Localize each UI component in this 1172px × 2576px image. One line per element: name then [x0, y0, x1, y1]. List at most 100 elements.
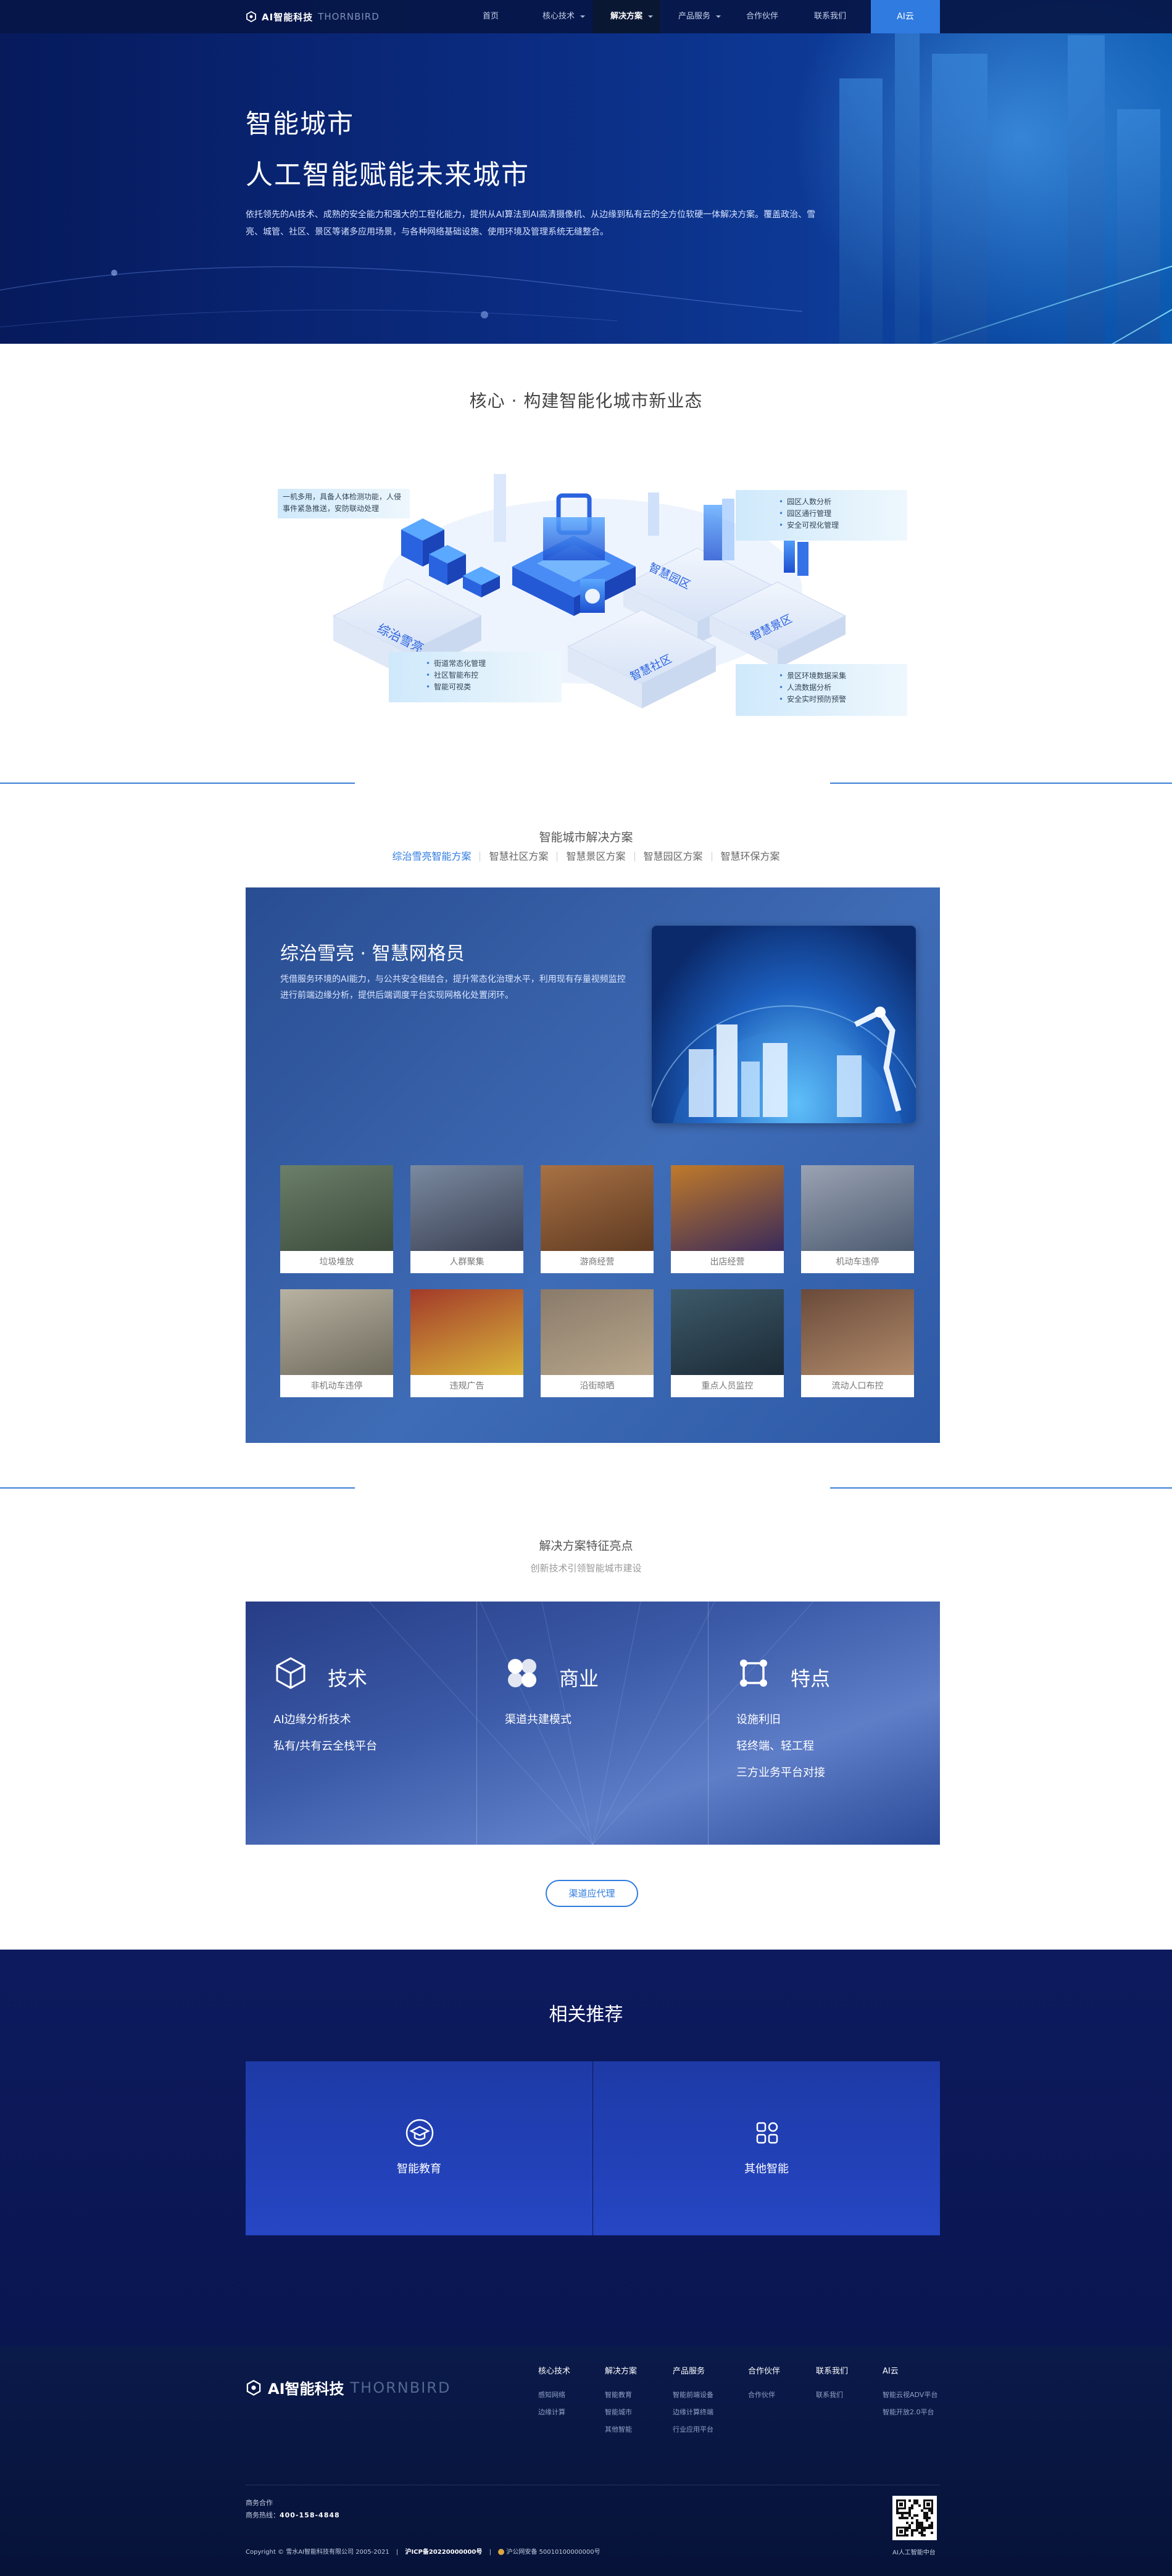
tab-scenic[interactable]: 智慧景区方案: [557, 852, 635, 862]
feature-column-business: 商业 渠道共建模式: [477, 1602, 709, 1845]
related-card-education[interactable]: 智能教育: [246, 2061, 592, 2235]
nav-item-partners[interactable]: 合作伙伴: [728, 0, 796, 33]
police-record[interactable]: 沪公网安备 50010100000000号: [506, 2549, 600, 2556]
hero-building: [839, 78, 883, 344]
footer-link[interactable]: 智能城市: [605, 2407, 637, 2417]
scenario-card[interactable]: 违规广告: [410, 1289, 523, 1397]
footer-link[interactable]: 其他智能: [605, 2424, 637, 2434]
nav-ai-cloud-button[interactable]: AI云: [871, 0, 940, 33]
footer-column-title[interactable]: AI云: [883, 2364, 937, 2376]
nav-label: 产品服务: [678, 12, 710, 21]
footer-link[interactable]: 智能教育: [605, 2390, 637, 2399]
scenario-card[interactable]: 沿街晾晒: [541, 1289, 654, 1397]
footer-column: 核心技术感知网络边缘计算: [538, 2364, 570, 2424]
features-heading: 解决方案特征亮点: [539, 1539, 633, 1553]
scenario-photo: [280, 1165, 393, 1251]
footer-column: 合作伙伴 合作伙伴: [748, 2364, 780, 2407]
logo-hexagon-icon: [246, 11, 256, 22]
footer-link[interactable]: 智能开放2.0平台: [883, 2407, 937, 2417]
footer-link[interactable]: 边缘计算: [538, 2407, 570, 2417]
divider-right: [830, 783, 1172, 784]
footer-logo[interactable]: AI智能科技 THORNBIRD: [246, 2377, 451, 2398]
bubble-text: 一机多用，具备人体检测功能，人侵事件紧急推送，安防联动处理: [283, 492, 402, 513]
smart-city-illustration: 综治雪亮 智慧园区 智慧社区 智慧景区 一机多用，具备人体检测功能，人侵事件紧急…: [278, 437, 907, 721]
scenario-card[interactable]: 流动人口布控: [801, 1289, 914, 1397]
solution-title: 综治雪亮 · 智慧网格员: [280, 943, 465, 965]
feature-line: 轻终端、轻工程: [736, 1740, 814, 1753]
scenario-card[interactable]: 游商经营: [541, 1165, 654, 1273]
footer-column-title[interactable]: 解决方案: [605, 2364, 637, 2376]
qr-caption: AI人工智能中台: [892, 2549, 936, 2556]
scenario-photo: [541, 1165, 654, 1251]
hotline-label: 商务热线：: [246, 2511, 280, 2519]
qr-code-graphic: [896, 2499, 933, 2537]
nav-item-core-tech[interactable]: 核心技术: [525, 0, 592, 33]
feature-title: 商业: [559, 1667, 599, 1690]
scenario-photo: [671, 1289, 784, 1375]
core-section-title: 核心 · 构建智能化城市新业态: [469, 391, 703, 411]
brand-logo[interactable]: AI智能科技 THORNBIRD: [246, 10, 380, 23]
footer-link[interactable]: 智能云视ADV平台: [883, 2390, 937, 2399]
related-title: 相关推荐: [549, 2004, 623, 2025]
feature-column-traits: 特点 设施利旧 轻终端、轻工程 三方业务平台对接: [709, 1602, 940, 1845]
related-card-label: 智能教育: [397, 2163, 441, 2175]
bubble-top-right: 园区人数分析园区通行管理安全可视化管理: [736, 490, 907, 541]
bubble-item: 社区智能布控: [426, 670, 525, 681]
hero-subtitle: 人工智能赋能未来城市: [246, 159, 530, 191]
scenario-card[interactable]: 出店经营: [671, 1165, 784, 1273]
nav-menu: 首页 核心技术 解决方案 产品服务 合作伙伴 联系我们: [457, 0, 864, 33]
related-section: 相关推荐 智能教育 其他智能: [0, 1950, 1172, 2346]
divider-right: [830, 1487, 1172, 1489]
footer-link[interactable]: 边缘计算终端: [673, 2407, 713, 2417]
solutions-heading: 智能城市解决方案: [539, 831, 633, 844]
logo-hexagon-icon: [246, 2379, 261, 2396]
biz-label: 商务合作: [246, 2499, 273, 2507]
footer-link[interactable]: 联系我们: [816, 2390, 848, 2399]
related-card-other[interactable]: 其他智能: [593, 2061, 940, 2235]
footer-column-title[interactable]: 产品服务: [673, 2364, 713, 2376]
qr-code: [892, 2496, 937, 2540]
tab-zongzhi[interactable]: 综治雪亮智能方案: [383, 852, 481, 862]
scenario-photo: [410, 1289, 523, 1375]
tab-community[interactable]: 智慧社区方案: [480, 852, 558, 862]
footer: AI智能科技 THORNBIRD 核心技术感知网络边缘计算 解决方案智能教育智能城…: [0, 2346, 1172, 2576]
nav-item-home[interactable]: 首页: [457, 0, 525, 33]
nav-item-products[interactable]: 产品服务: [660, 0, 728, 33]
clover-icon: [508, 1659, 536, 1687]
scenario-card[interactable]: 非机动车违停: [280, 1289, 393, 1397]
bubble-item: 街道常态化管理: [426, 658, 525, 670]
scenario-card[interactable]: 人群聚集: [410, 1165, 523, 1273]
bubble-item: 安全实时预防预警: [779, 694, 864, 705]
footer-column-title[interactable]: 合作伙伴: [748, 2364, 780, 2376]
scenario-card[interactable]: 垃圾堆放: [280, 1165, 393, 1273]
chevron-down-icon: [716, 15, 721, 18]
nav-item-contact[interactable]: 联系我们: [796, 0, 864, 33]
tab-park[interactable]: 智慧园区方案: [635, 852, 712, 862]
footer-link[interactable]: 智能前端设备: [673, 2390, 713, 2399]
features-panel: 技术 AI边缘分析技术 私有/共有云全栈平台 商业 渠道共建模式 特点 设施利旧…: [246, 1602, 940, 1845]
scenario-caption: 违规广告: [449, 1381, 484, 1391]
icp-link[interactable]: 沪ICP备20220000000号: [405, 2549, 482, 2556]
hero-network-lines: [0, 266, 802, 328]
hotline-number[interactable]: 400-158-4848: [280, 2511, 340, 2519]
footer-link[interactable]: 合作伙伴: [748, 2390, 780, 2399]
features-subheading: 创新技术引领智能城市建设: [530, 1563, 642, 1574]
scenario-card[interactable]: 重点人员监控: [671, 1289, 784, 1397]
footer-link[interactable]: 行业应用平台: [673, 2424, 713, 2434]
scenario-card[interactable]: 机动车违停: [801, 1165, 914, 1273]
scenario-photo: [280, 1289, 393, 1375]
footer-column: AI云智能云视ADV平台 智能开放2.0平台: [883, 2364, 937, 2424]
solution-description: 凭借服务环境的AI能力，与公共安全相结合，提升常态化治理水平，利用现有存量视频监…: [280, 974, 626, 1000]
footer-link[interactable]: 感知网络: [538, 2390, 570, 2399]
nav-item-solutions[interactable]: 解决方案: [592, 0, 660, 33]
channel-agent-button[interactable]: 渠道应代理: [546, 1880, 638, 1907]
related-card-label: 其他智能: [744, 2163, 789, 2175]
scenario-caption: 垃圾堆放: [319, 1257, 354, 1267]
footer-column-title[interactable]: 联系我们: [816, 2364, 848, 2376]
footer-column-title[interactable]: 核心技术: [538, 2364, 570, 2376]
tab-environment[interactable]: 智慧环保方案: [712, 852, 789, 862]
nav-label: 首页: [482, 12, 499, 21]
scenario-photo: [541, 1289, 654, 1375]
solutions-tabs: 综治雪亮智能方案 智慧社区方案 智慧景区方案 智慧园区方案 智慧环保方案: [0, 852, 1172, 862]
divider-left: [0, 783, 355, 784]
